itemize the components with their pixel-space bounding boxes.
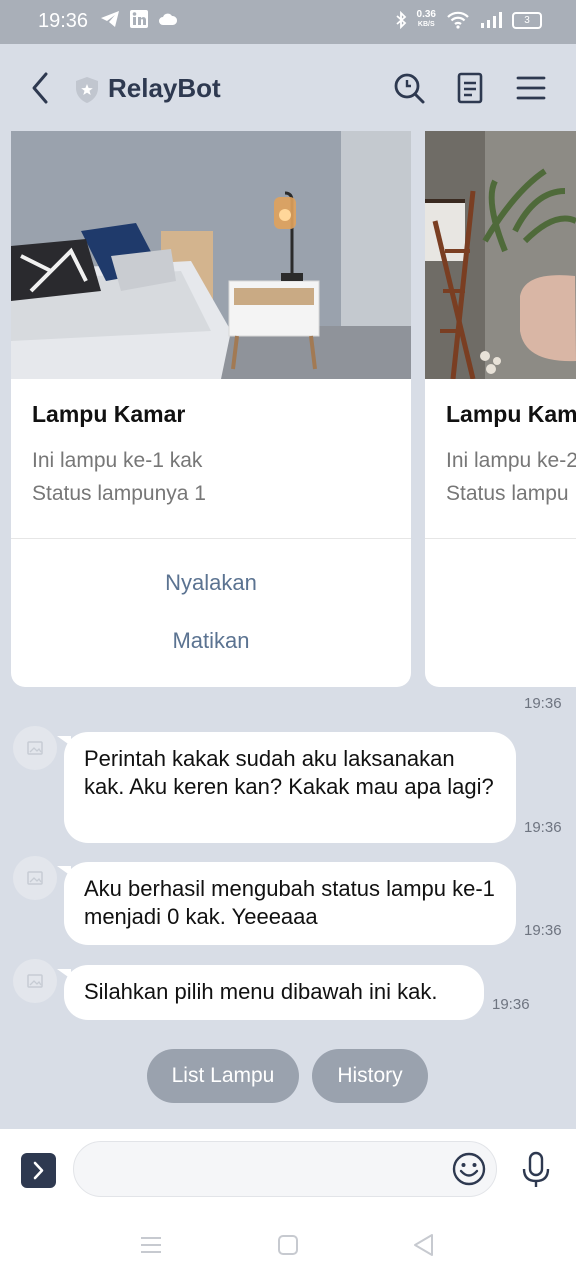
chat-title: RelayBot (108, 73, 221, 103)
signal-icon (481, 12, 502, 28)
lamp-card: Lampu Kam Ini lampu ke-2 Status lampu (425, 131, 576, 687)
image-placeholder-icon (27, 871, 43, 885)
message-timestamp: 19:36 (524, 819, 562, 836)
card-description: Ini lampu ke-2 (446, 449, 576, 472)
message-composer (0, 1129, 576, 1209)
message-timestamp: 19:36 (524, 695, 562, 712)
home-icon[interactable] (274, 1231, 302, 1259)
bot-avatar[interactable] (13, 959, 57, 1003)
bathroom-photo (425, 131, 576, 379)
back-icon[interactable] (28, 70, 56, 106)
cloud-icon (159, 13, 178, 25)
lamp-card: Lampu Kamar Ini lampu ke-1 kak Status la… (11, 131, 411, 687)
notes-icon[interactable] (452, 70, 488, 106)
battery-icon: 3 (512, 11, 542, 29)
search-icon[interactable] (391, 70, 427, 106)
image-placeholder-icon (27, 741, 43, 755)
quick-reply-history[interactable]: History (312, 1049, 428, 1103)
chevron-right-icon (33, 1161, 44, 1180)
image-placeholder-icon (27, 974, 43, 988)
menu-icon[interactable] (513, 70, 549, 106)
turn-on-button[interactable]: Nyalakan (11, 570, 411, 596)
system-navigation-bar (0, 1209, 576, 1280)
bot-avatar[interactable] (13, 726, 57, 770)
recent-apps-icon[interactable] (137, 1231, 165, 1259)
status-bar: 19:36 0.36 KB/S 3 (0, 0, 576, 44)
quick-reply-list-lampu[interactable]: List Lampu (147, 1049, 299, 1103)
message-input[interactable] (73, 1141, 497, 1197)
shield-icon (76, 77, 98, 103)
message-bubble: Silahkan pilih menu dibawah ini kak. (57, 965, 484, 1020)
message-timestamp: 19:36 (524, 922, 562, 939)
emoji-icon[interactable] (451, 1151, 487, 1187)
card-title: Lampu Kam (446, 401, 576, 427)
message-bubble: Perintah kakak sudah aku laksanakan kak.… (57, 732, 516, 843)
card-divider (425, 538, 576, 539)
linkedin-icon (130, 10, 148, 28)
turn-off-button[interactable]: Matikan (11, 628, 411, 654)
card-status: Status lampu (446, 482, 569, 505)
status-time: 19:36 (38, 10, 89, 32)
message-timestamp: 19:36 (492, 996, 530, 1013)
message-bubble: Aku berhasil mengubah status lampu ke-1 … (57, 862, 516, 945)
expand-menu-button[interactable] (21, 1153, 56, 1188)
bedroom-photo (11, 131, 411, 379)
card-carousel[interactable]: Lampu Kamar Ini lampu ke-1 kak Status la… (0, 131, 576, 687)
bot-avatar[interactable] (13, 856, 57, 900)
chat-header: RelayBot (0, 44, 576, 132)
bluetooth-icon (395, 11, 406, 29)
network-speed: 0.36 KB/S (416, 9, 436, 29)
telegram-icon (101, 11, 119, 27)
card-description: Ini lampu ke-1 kak (32, 449, 203, 472)
card-divider (11, 538, 411, 539)
back-nav-icon[interactable] (410, 1231, 438, 1259)
card-title: Lampu Kamar (32, 401, 186, 427)
microphone-icon[interactable] (520, 1151, 552, 1189)
card-status: Status lampunya 1 (32, 482, 206, 505)
wifi-icon (447, 11, 469, 29)
